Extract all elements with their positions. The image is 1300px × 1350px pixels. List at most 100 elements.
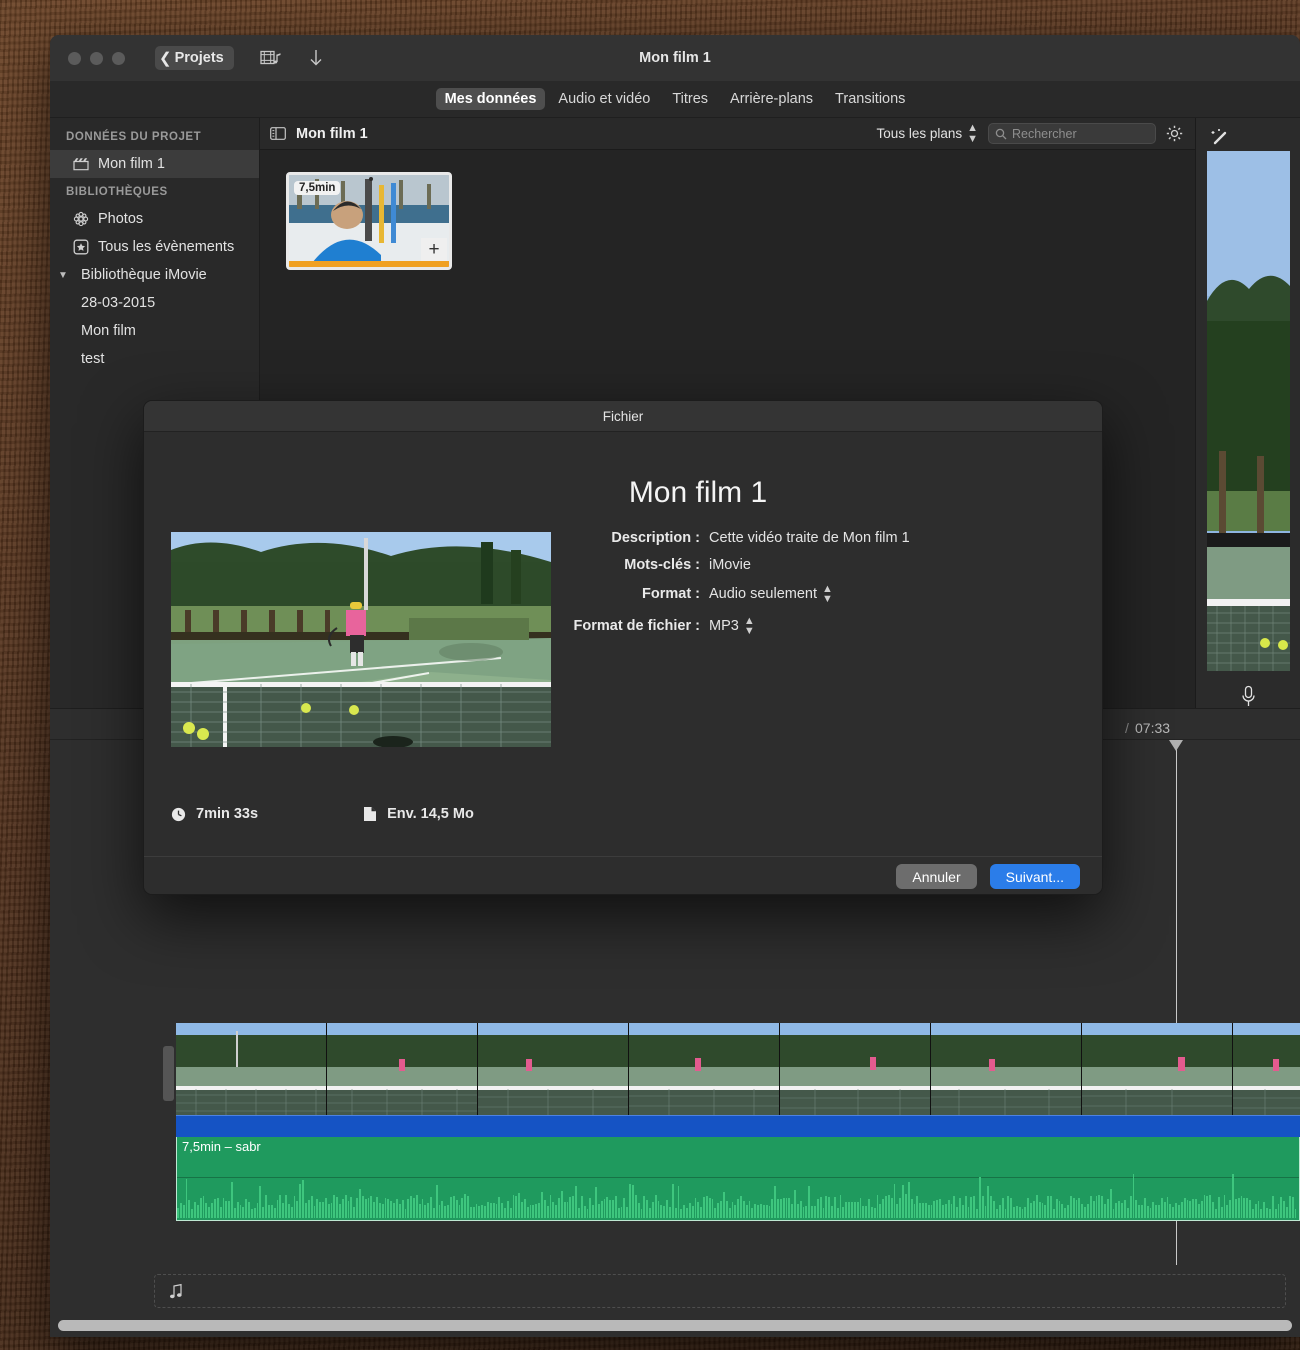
music-drop-zone[interactable]: [154, 1274, 1286, 1308]
sidebar-item-label: test: [81, 351, 105, 367]
viewer-preview-image: [1206, 151, 1290, 671]
field-value: MP3: [709, 618, 739, 635]
dialog-fields: Description : Cette vidéo traite de Mon …: [554, 530, 910, 648]
dialog-footer: Annuler Suivant...: [144, 856, 1102, 894]
tab-audio-video[interactable]: Audio et vidéo: [549, 88, 659, 110]
download-arrow-icon[interactable]: [308, 48, 324, 68]
sidebar-item-label: Mon film: [81, 323, 136, 339]
timeline-frame: [629, 1023, 780, 1115]
timeline-frame: [780, 1023, 931, 1115]
close-button[interactable]: [68, 51, 81, 65]
sidebar-item-test[interactable]: test: [50, 345, 259, 373]
magic-wand-icon[interactable]: [1210, 128, 1230, 148]
sidebar-item-mon-film[interactable]: Mon film: [50, 317, 259, 345]
field-description: Description : Cette vidéo traite de Mon …: [554, 530, 910, 546]
chevron-left-icon: ❮: [159, 49, 172, 67]
field-label: Mots-clés :: [624, 557, 700, 573]
field-value[interactable]: Cette vidéo traite de Mon film 1: [709, 530, 910, 546]
chevron-updown-icon: ▲ ▼: [743, 614, 755, 638]
tab-titres[interactable]: Titres: [663, 88, 717, 110]
timeline-frame: [931, 1023, 1082, 1115]
dialog-metadata: 7min 33s Env. 14,5 Mo: [171, 806, 474, 822]
search-field[interactable]: [988, 123, 1173, 144]
sidebar-item-label: 28-03-2015: [81, 295, 156, 311]
browser-title: Mon film 1: [296, 125, 368, 142]
timeline-audio-clip[interactable]: 7,5min – sabr: [176, 1137, 1300, 1221]
timeline-video-colorbar: [176, 1115, 1300, 1137]
field-value: Audio seulement: [709, 586, 818, 603]
viewer-panel: [1195, 118, 1300, 708]
duration-info: 7min 33s: [171, 806, 258, 822]
browser-toolbar: Mon film 1 Tous les plans ▲ ▼: [260, 118, 1195, 150]
sidebar-item-mon-film-1[interactable]: Mon film 1: [50, 150, 259, 178]
gear-icon[interactable]: [1166, 125, 1183, 142]
music-track-strip: [50, 1269, 1300, 1313]
timeline-total-duration: 07:33: [1135, 720, 1171, 736]
field-label: Description :: [611, 530, 700, 546]
tab-arriere-plans[interactable]: Arrière-plans: [721, 88, 822, 110]
minimize-button[interactable]: [90, 51, 103, 65]
search-icon: [995, 128, 1007, 140]
back-button-label: Projets: [174, 50, 224, 66]
search-input[interactable]: [1012, 126, 1173, 141]
next-button[interactable]: Suivant...: [989, 864, 1080, 889]
share-file-dialog: Fichier Mon film 1 Description: Cette v…: [143, 400, 1103, 895]
duration-value: 7min 33s: [196, 806, 259, 822]
format-popup[interactable]: Audio seulement ▲ ▼: [709, 583, 833, 606]
filmstrip-music-icon[interactable]: [260, 49, 282, 67]
back-to-projects-button[interactable]: ❮ Projets: [155, 46, 234, 70]
sidebar-item-tous-les-evenements[interactable]: Tous les évènements: [50, 233, 259, 261]
microphone-icon[interactable]: [1240, 685, 1257, 708]
sidebar-section-project: DONNÉES DU PROJET: [66, 131, 202, 143]
file-format-popup[interactable]: MP3 ▲ ▼: [709, 614, 755, 638]
horizontal-scrollbar[interactable]: [58, 1320, 1292, 1331]
chevron-down-icon[interactable]: ▼: [58, 270, 70, 281]
field-value[interactable]: iMovie: [709, 557, 751, 573]
sidebar-item-label: Photos: [98, 211, 144, 227]
filesize-info: Env. 14,5 Mo: [363, 806, 474, 822]
sidebar-section-libraries: BIBLIOTHÈQUES: [66, 186, 168, 198]
timeline-frame: [478, 1023, 629, 1115]
timeline-clips: 7,5min – sabr: [176, 1023, 1300, 1228]
sidebar-group-bibliotheque-imovie[interactable]: ▼ Bibliothèque iMovie: [50, 261, 259, 289]
timeline-frame: [1233, 1023, 1300, 1115]
filesize-value: Env. 14,5 Mo: [387, 806, 474, 822]
field-label: Format :: [642, 586, 700, 603]
document-icon: [363, 806, 377, 822]
zoom-button[interactable]: [112, 51, 125, 65]
clip-filter-label: Tous les plans: [876, 126, 963, 141]
field-keywords: Mots-clés : iMovie: [554, 557, 910, 573]
window-title: Mon film 1: [639, 50, 711, 66]
sidebar-item-label: Mon film 1: [98, 156, 165, 172]
clip-filter-popup[interactable]: Tous les plans ▲ ▼: [876, 122, 978, 144]
add-clip-button[interactable]: +: [421, 238, 447, 262]
sidebar-item-photos[interactable]: Photos: [50, 205, 259, 233]
window-controls[interactable]: [68, 51, 125, 65]
field-file-format: Format de fichier : MP3 ▲ ▼: [554, 614, 910, 638]
toggle-sidebar-icon[interactable]: [270, 127, 286, 140]
dialog-header-title: Fichier: [602, 408, 644, 424]
field-format: Format : Audio seulement ▲ ▼: [554, 583, 910, 606]
tab-mes-donnees[interactable]: Mes données: [435, 88, 546, 110]
field-label: Format de fichier :: [573, 618, 701, 635]
timecode-separator: /: [1125, 720, 1129, 736]
audio-clip-label: 7,5min – sabr: [182, 1139, 261, 1154]
timeline-frame: [327, 1023, 478, 1115]
audio-waveform: [177, 1174, 1299, 1218]
sidebar-item-label: Tous les évènements: [98, 239, 235, 255]
media-tabbar: Mes données Audio et vidéo Titres Arrièr…: [50, 81, 1300, 118]
timeline-frame: [1082, 1023, 1233, 1115]
chevron-updown-icon: ▲ ▼: [822, 583, 833, 606]
thumbnail-marker-dot: [369, 177, 373, 181]
tab-transitions[interactable]: Transitions: [826, 88, 914, 110]
sidebar-group-label: Bibliothèque iMovie: [81, 267, 207, 283]
clock-icon: [171, 807, 186, 822]
clip-selection-bar: [289, 261, 449, 267]
dialog-body: Mon film 1 Description: Cette vidéo tra…: [144, 432, 1102, 856]
sidebar-item-28-03-2015[interactable]: 28-03-2015: [50, 289, 259, 317]
media-clip-thumbnail[interactable]: 7,5min +: [286, 172, 452, 270]
timeline-clip-left-handle[interactable]: [163, 1046, 174, 1101]
cancel-button[interactable]: Annuler: [896, 864, 977, 889]
timeline-video-clip[interactable]: [176, 1023, 1300, 1115]
window-titlebar: ❮ Projets Mon film 1: [50, 35, 1300, 81]
